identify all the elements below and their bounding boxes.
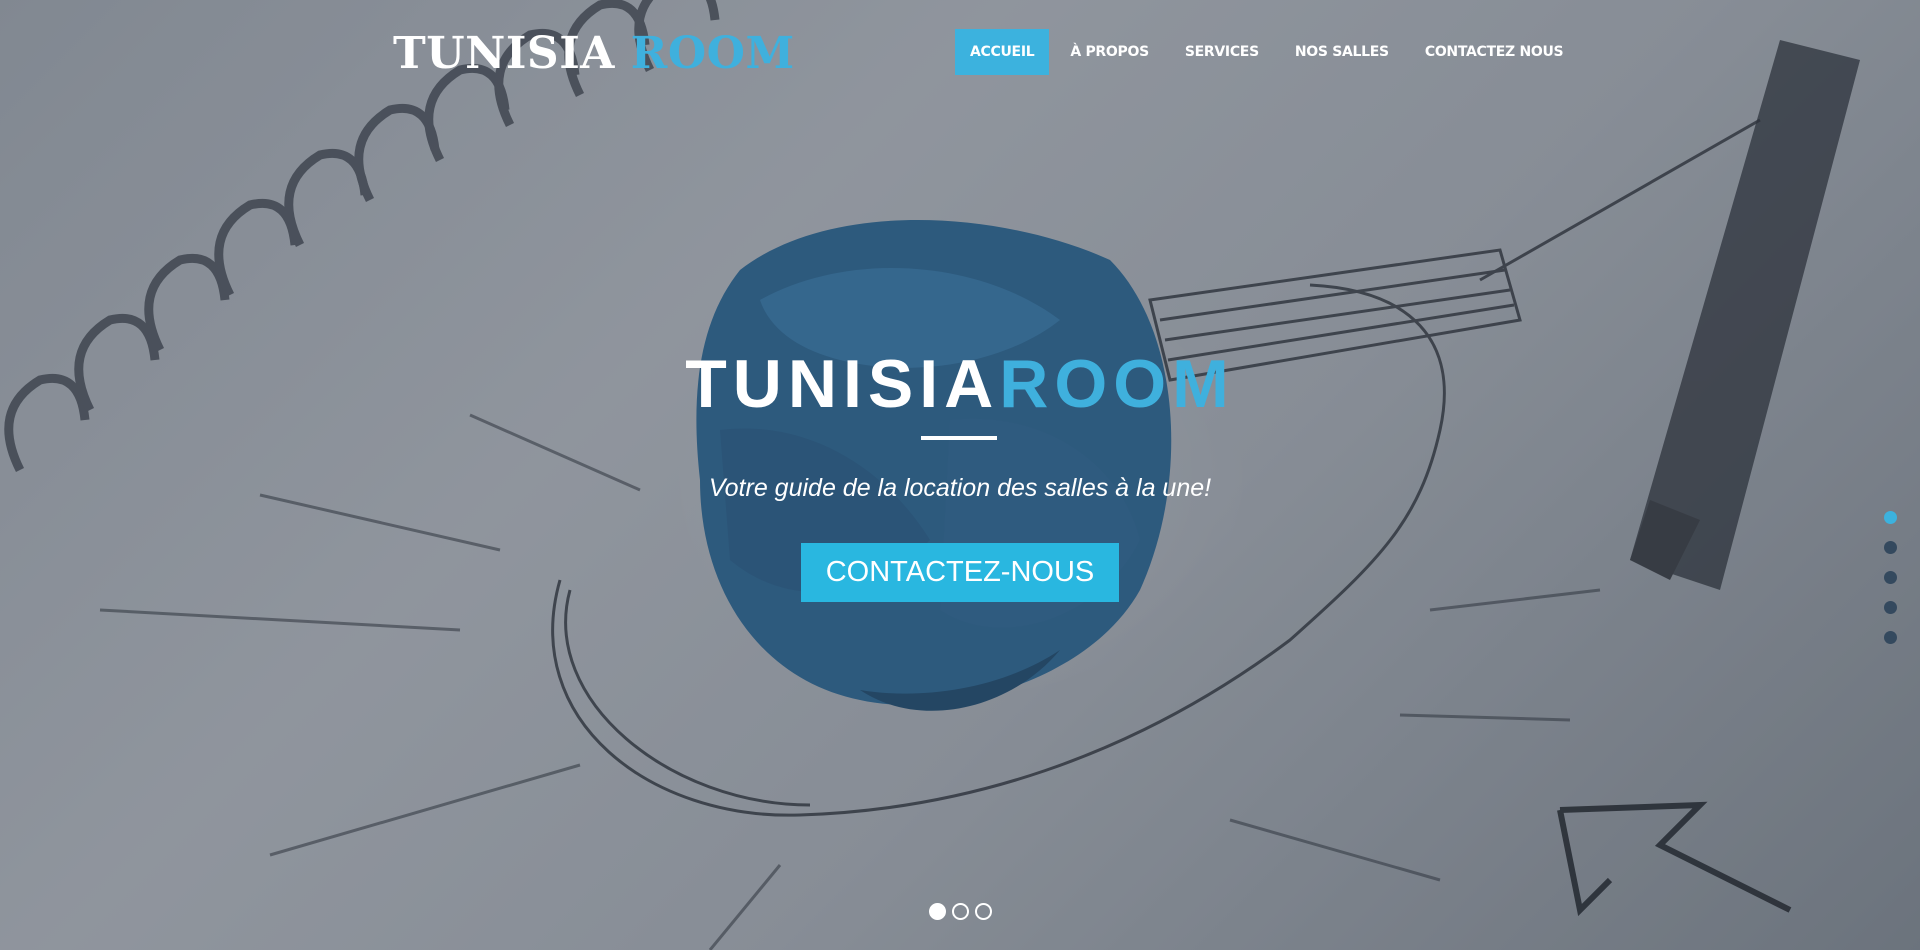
site-logo[interactable]: TUNISIA ROOM <box>393 28 795 79</box>
slider-pagination <box>929 903 992 920</box>
hero-subtitle: Votre guide de la location des salles à … <box>708 474 1212 502</box>
nav-item-a-propos[interactable]: À PROPOS <box>1055 29 1164 75</box>
hero-title-primary: TUNISIA <box>685 346 1000 422</box>
logo-primary-text: TUNISIA <box>393 28 615 79</box>
nav-item-services[interactable]: SERVICES <box>1170 29 1274 75</box>
hero-title: TUNISIAROOM <box>0 345 1920 423</box>
nav-item-nos-salles[interactable]: NOS SALLES <box>1280 29 1404 75</box>
main-navigation: ACCUEIL À PROPOS SERVICES NOS SALLES CON… <box>955 29 1584 75</box>
logo-accent-text: ROOM <box>630 28 795 79</box>
section-dot-4[interactable] <box>1884 601 1897 614</box>
section-dot-2[interactable] <box>1884 541 1897 554</box>
slider-dot-3[interactable] <box>975 903 992 920</box>
nav-item-accueil[interactable]: ACCUEIL <box>955 29 1050 75</box>
nav-item-contactez-nous[interactable]: CONTACTEZ NOUS <box>1410 29 1578 75</box>
slider-dot-2[interactable] <box>952 903 969 920</box>
hero-divider <box>921 436 997 440</box>
section-navigation-dots <box>1884 511 1898 661</box>
hero-title-accent: ROOM <box>999 346 1235 422</box>
contact-cta-button[interactable]: CONTACTEZ-NOUS <box>801 543 1119 602</box>
section-dot-3[interactable] <box>1884 571 1897 584</box>
section-dot-1[interactable] <box>1884 511 1897 524</box>
slider-dot-1[interactable] <box>929 903 946 920</box>
section-dot-5[interactable] <box>1884 631 1897 644</box>
